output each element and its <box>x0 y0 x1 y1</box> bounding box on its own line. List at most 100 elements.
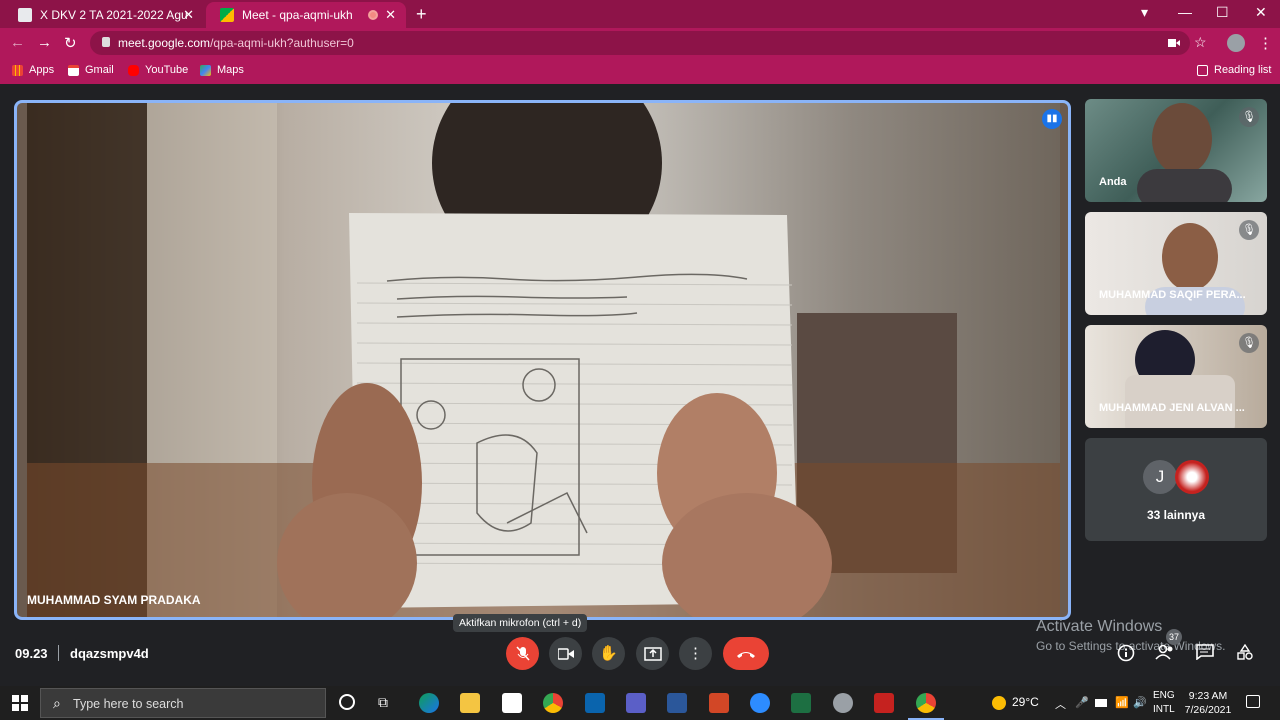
more-participants-tile[interactable]: J 33 lainnya <box>1085 438 1267 541</box>
file-explorer-icon[interactable] <box>460 693 480 713</box>
mic-off-icon <box>515 646 530 661</box>
browser-tab-bar: X DKV 2 TA 2021-2022 Agus Sriy ✕ Meet - … <box>0 0 1280 28</box>
word-icon[interactable] <box>667 693 687 713</box>
reading-list-button[interactable]: Reading list <box>1197 64 1271 76</box>
main-speaker-name: MUHAMMAD SYAM PRADAKA <box>27 593 201 607</box>
excel-icon[interactable] <box>791 693 811 713</box>
language-top: ENG <box>1153 690 1175 701</box>
reading-list-icon <box>1197 64 1208 76</box>
bookmark-label: Gmail <box>85 64 114 76</box>
gmail-icon <box>68 64 79 76</box>
mic-toggle-button[interactable] <box>506 637 539 670</box>
mail-icon[interactable] <box>585 693 605 713</box>
mic-off-icon: 🎙 <box>1239 107 1259 127</box>
tab-search-icon[interactable]: ▾ <box>1141 4 1148 21</box>
info-icon <box>1117 644 1135 662</box>
people-button[interactable] <box>1155 644 1175 665</box>
participant-tile-self[interactable]: 🎙 Anda <box>1085 99 1267 202</box>
participant-name: MUHAMMAD SAQIF PERA... <box>1099 289 1246 301</box>
chrome-icon[interactable] <box>543 693 563 713</box>
system-clock[interactable]: 9:23 AM 7/26/2021 <box>1183 689 1233 717</box>
divider <box>58 645 59 661</box>
notification-icon[interactable] <box>1246 695 1260 708</box>
language-indicator[interactable]: ENG INTL <box>1153 689 1175 717</box>
mic-tray-icon[interactable]: 🎤 <box>1075 696 1089 709</box>
menu-icon[interactable]: ⋮ <box>1258 34 1273 52</box>
close-icon[interactable]: ✕ <box>183 7 194 23</box>
present-button[interactable] <box>636 637 669 670</box>
battery-icon[interactable] <box>1095 699 1107 707</box>
star-icon[interactable]: ☆ <box>1194 34 1207 51</box>
main-video-tile[interactable]: ▮▮ MUHAMMAD SYAM PRADAKA <box>14 100 1071 620</box>
profile-avatar[interactable] <box>1227 34 1245 52</box>
store-icon[interactable] <box>502 693 522 713</box>
tab-meet[interactable]: Meet - qpa-aqmi-ukh ✕ <box>206 2 406 28</box>
activities-button[interactable] <box>1237 643 1253 665</box>
clock-date: 7/26/2021 <box>1184 704 1232 716</box>
weather-icon <box>992 695 1006 710</box>
phone-hangup-icon <box>737 652 755 658</box>
activate-windows-title: Activate Windows <box>1036 618 1163 635</box>
volume-icon[interactable]: 🔊 <box>1133 696 1147 709</box>
close-window-button[interactable]: ✕ <box>1255 4 1267 21</box>
bookmark-maps[interactable]: Maps <box>200 64 244 76</box>
search-placeholder: Type here to search <box>73 697 184 711</box>
leave-call-button[interactable] <box>723 637 769 670</box>
camera-toggle-button[interactable] <box>549 637 582 670</box>
download-manager-icon[interactable] <box>874 693 894 713</box>
raise-hand-button[interactable]: ✋ <box>592 637 625 670</box>
weather-widget[interactable]: 29°C <box>992 695 1039 710</box>
forward-button[interactable]: → <box>37 34 52 51</box>
powerpoint-icon[interactable] <box>709 693 729 713</box>
reload-button[interactable]: ↻ <box>64 34 77 52</box>
bookmark-gmail[interactable]: Gmail <box>68 64 114 76</box>
recording-icon <box>368 10 378 20</box>
tab-classroom[interactable]: X DKV 2 TA 2021-2022 Agus Sriy ✕ <box>4 2 204 28</box>
reading-list-label: Reading list <box>1214 64 1272 76</box>
close-icon[interactable]: ✕ <box>385 7 396 23</box>
bookmark-apps[interactable]: Apps <box>12 64 54 76</box>
windows-taskbar: ⌕ Type here to search ⧉ 29°C ︿ 🎤 📶 🔊 ENG… <box>0 686 1280 720</box>
app-icon[interactable] <box>833 693 853 713</box>
people-count-badge: 37 <box>1166 629 1182 645</box>
activities-icon <box>1237 643 1253 660</box>
meeting-time: 09.23 <box>15 646 48 661</box>
chat-icon <box>1196 644 1214 661</box>
task-view-icon[interactable]: ⧉ <box>378 694 388 711</box>
maps-icon <box>200 64 211 76</box>
minimize-button[interactable]: — <box>1178 4 1192 20</box>
bookmark-youtube[interactable]: YouTube <box>128 64 188 76</box>
url-input[interactable]: meet.google.com/qpa-aqmi-ukh?authuser=0 … <box>90 31 1207 55</box>
teams-icon[interactable] <box>626 693 646 713</box>
chrome-active-icon[interactable] <box>916 693 936 713</box>
back-button[interactable]: ← <box>10 34 25 51</box>
maximize-button[interactable]: ☐ <box>1216 4 1229 21</box>
participant-tile-saqif[interactable]: 🎙 MUHAMMAD SAQIF PERA... <box>1085 212 1267 315</box>
tab-title: Meet - qpa-aqmi-ukh <box>242 8 353 22</box>
meet-stage: ▮▮ MUHAMMAD SYAM PRADAKA 🎙 Anda 🎙 MUHAMM… <box>0 86 1280 686</box>
clock-time: 9:23 AM <box>1188 690 1228 702</box>
participant-name: Anda <box>1099 176 1127 188</box>
taskbar-search-input[interactable]: ⌕ Type here to search <box>40 688 326 718</box>
url-path: /qpa-aqmi-ukh?authuser=0 <box>210 36 354 50</box>
video-frame <box>27 103 1060 617</box>
camera-icon[interactable] <box>1168 38 1180 48</box>
zoom-icon[interactable] <box>750 693 770 713</box>
more-participants-label: 33 lainnya <box>1146 508 1206 522</box>
more-vert-icon: ⋮ <box>688 645 703 662</box>
edge-icon[interactable] <box>419 693 439 713</box>
meet-icon <box>220 8 234 22</box>
participant-tile-jeni[interactable]: 🎙 MUHAMMAD JENI ALVAN ... <box>1085 325 1267 428</box>
cortana-icon[interactable] <box>339 694 355 710</box>
chevron-up-icon[interactable]: ︿ <box>1055 696 1066 712</box>
more-options-button[interactable]: ⋮ <box>679 637 712 670</box>
mic-tooltip: Aktifkan mikrofon (ctrl + d) <box>453 614 588 632</box>
chat-button[interactable] <box>1196 644 1214 665</box>
new-tab-button[interactable]: + <box>416 4 427 25</box>
present-screen-icon <box>643 647 662 661</box>
windows-start-icon[interactable] <box>12 695 28 711</box>
bookmark-label: Maps <box>217 64 244 76</box>
meeting-details-button[interactable] <box>1117 644 1135 667</box>
apps-icon <box>12 64 23 76</box>
wifi-icon[interactable]: 📶 <box>1115 696 1129 709</box>
